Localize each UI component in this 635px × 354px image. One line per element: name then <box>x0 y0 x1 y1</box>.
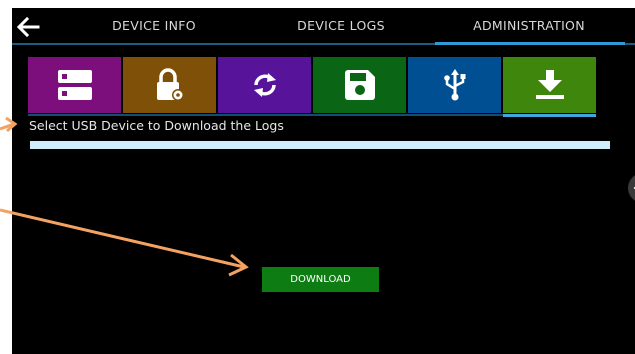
download-tile[interactable] <box>503 57 596 113</box>
sync-tile[interactable] <box>218 57 311 113</box>
download-button[interactable]: DOWNLOAD <box>262 267 379 292</box>
usb-icon <box>443 69 465 101</box>
side-drawer-handle[interactable] <box>628 173 635 203</box>
tab-device-logs[interactable]: DEVICE LOGS <box>261 18 421 40</box>
lock-gear-icon <box>156 68 184 101</box>
sync-icon <box>253 73 276 97</box>
active-tab-indicator <box>435 42 625 45</box>
usb-tile[interactable] <box>408 57 501 113</box>
select-usb-label: Select USB Device to Download the Logs <box>29 118 284 133</box>
save-tile[interactable] <box>313 57 406 113</box>
tiles-divider <box>28 114 503 116</box>
floppy-disk-icon <box>344 70 375 100</box>
tab-administration[interactable]: ADMINISTRATION <box>444 18 614 40</box>
server-icon <box>57 70 92 100</box>
server-tile[interactable] <box>28 57 121 113</box>
back-button[interactable] <box>14 14 44 40</box>
tab-device-info[interactable]: DEVICE INFO <box>74 18 234 40</box>
arrow-left-icon <box>16 16 40 38</box>
usb-device-dropdown[interactable] <box>30 141 610 149</box>
device-screen: DEVICE INFO DEVICE LOGS ADMINISTRATION S… <box>12 8 635 354</box>
active-tile-indicator <box>503 114 596 117</box>
security-tile[interactable] <box>123 57 216 113</box>
download-icon <box>535 70 564 99</box>
